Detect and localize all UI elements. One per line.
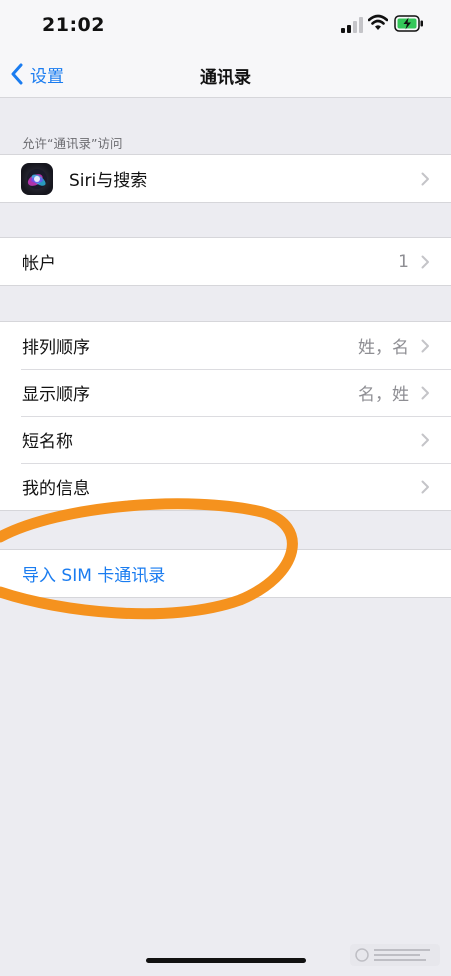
status-bar: 21:02 [0,0,451,50]
sort-order-value: 姓，名 [358,338,409,358]
accounts-row[interactable]: 帐户 1 [0,238,451,285]
page-title: 通讯录 [200,68,251,88]
chevron-right-icon [421,339,429,353]
cellular-signal-icon [341,17,363,33]
watermark-logo [350,944,440,966]
display-order-value: 名，姓 [358,385,409,405]
siri-search-label: Siri与搜索 [69,171,148,191]
sort-order-row[interactable]: 排列顺序 姓，名 [0,322,451,369]
import-sim-group: 导入 SIM 卡通讯录 [0,549,451,598]
import-sim-button[interactable]: 导入 SIM 卡通讯录 [22,561,165,586]
short-name-label: 短名称 [22,432,73,452]
chevron-right-icon [421,255,429,269]
wifi-icon [368,14,388,30]
sort-order-label: 排列顺序 [22,338,90,358]
my-info-row[interactable]: 我的信息 [0,463,451,510]
siri-group: Siri与搜索 [0,154,451,203]
accounts-count: 1 [398,251,409,272]
my-info-label: 我的信息 [22,479,90,499]
chevron-right-icon [421,172,429,186]
short-name-row[interactable]: 短名称 [0,416,451,463]
status-time: 21:02 [42,14,105,36]
battery-charging-icon [394,15,423,32]
home-indicator [146,958,306,963]
import-sim-row[interactable]: 导入 SIM 卡通讯录 [0,550,451,597]
display-order-row[interactable]: 显示顺序 名，姓 [0,369,451,416]
siri-icon [21,163,53,195]
siri-search-row[interactable]: Siri与搜索 [0,155,451,202]
chevron-right-icon [421,433,429,447]
accounts-group: 帐户 1 [0,237,451,286]
section-header: 允许“通讯录”访问 [22,136,123,151]
chevron-right-icon [421,480,429,494]
contacts-settings-group: 排列顺序 姓，名 显示顺序 名，姓 短名称 我的信息 [0,321,451,511]
chevron-right-icon [421,386,429,400]
display-order-label: 显示顺序 [22,385,90,405]
navigation-bar: 设置 通讯录 [0,50,451,98]
accounts-label: 帐户 [22,254,56,274]
